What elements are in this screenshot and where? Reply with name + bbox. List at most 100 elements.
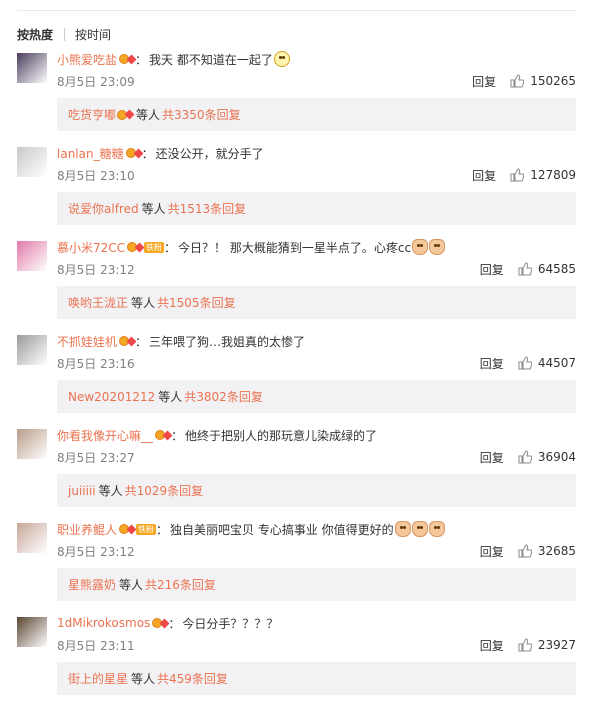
view-replies-link[interactable]: 共1513条回复 — [168, 200, 247, 217]
reply-button[interactable]: 回复 — [472, 73, 496, 90]
reply-summary[interactable]: 街上的星星 等人 共459条回复 — [57, 662, 576, 695]
reply-username-link[interactable]: 唤哟王泷正 — [68, 294, 128, 311]
reply-button[interactable]: 回复 — [480, 449, 504, 466]
comment-username-link[interactable]: 不抓娃娃机 — [57, 333, 117, 350]
reply-summary-text: 等人 — [158, 390, 183, 404]
thumbs-up-icon — [518, 638, 533, 652]
like-button[interactable]: 44507 — [518, 356, 576, 370]
comment-text: 三年喂了狗…我姐真的太惨了 — [149, 334, 306, 349]
view-replies-link[interactable]: 共1029条回复 — [125, 482, 204, 499]
comment-item: 不抓娃娃机：三年喂了狗…我姐真的太惨了 8月5日 23:16 回复 44507 New2… — [0, 332, 594, 426]
sort-by-time-tab[interactable]: 按时间 — [75, 26, 111, 43]
comment-content: 小熊爱吃盐：我天 都不知道在一起了 — [57, 50, 290, 68]
avatar[interactable] — [17, 523, 47, 553]
comment-username-link[interactable]: 小熊爱吃盐 — [57, 51, 117, 68]
like-button[interactable]: 64585 — [518, 262, 576, 276]
like-button[interactable]: 150265 — [510, 74, 576, 88]
comment-content: 职业养鲲人 铁粉：独自美丽吧宝贝 专心搞事业 你值得更好的 — [57, 520, 445, 538]
comment-item: lanlan_糖糖：还没公开，就分手了 8月5日 23:10 回复 127809 说爱你… — [0, 144, 594, 238]
avatar[interactable] — [17, 53, 47, 83]
like-button[interactable]: 23927 — [518, 638, 576, 652]
reply-username-link[interactable]: 街上的星星 — [68, 670, 128, 687]
colon: ： — [168, 616, 181, 631]
reply-button[interactable]: 回复 — [480, 543, 504, 560]
comment-actions: 回复 64585 — [480, 261, 576, 278]
view-replies-link[interactable]: 共3350条回复 — [162, 106, 241, 123]
vip-badge-icon — [152, 618, 170, 628]
sort-by-hot-tab[interactable]: 按热度 — [17, 26, 53, 43]
like-count: 36904 — [537, 450, 576, 464]
reply-username-link[interactable]: New20201212 — [68, 390, 155, 404]
comment-username-link[interactable]: 你看我像开心嘛__ — [57, 427, 153, 444]
reply-username-link[interactable]: 吃货亨嘟 — [68, 106, 116, 123]
comment-text: 我天 都不知道在一起了 — [149, 52, 273, 67]
vip-badge-icon — [155, 430, 173, 440]
comment-timestamp: 8月5日 23:09 — [57, 74, 135, 89]
comment-meta: 8月5日 23:09 回复 150265 — [57, 72, 576, 90]
reply-summary-text: 等人 — [119, 578, 144, 592]
reply-summary-text: 等人 — [136, 108, 161, 122]
ok-hand-emoji-icon — [428, 521, 445, 537]
thumbs-up-icon — [518, 262, 533, 276]
reply-button[interactable]: 回复 — [472, 167, 496, 184]
comment-meta: 8月5日 23:27 回复 36904 — [57, 448, 576, 466]
comment-content: lanlan_糖糖：还没公开，就分手了 — [57, 144, 264, 162]
like-count: 23927 — [537, 638, 576, 652]
reply-summary[interactable]: 吃货亨嘟 等人 共3350条回复 — [57, 98, 576, 131]
comment-item: 职业养鲲人 铁粉：独自美丽吧宝贝 专心搞事业 你值得更好的 8月5日 23:12 回复… — [0, 520, 594, 614]
comment-actions: 回复 44507 — [480, 355, 576, 372]
comment-content: 1dMikrokosmos ：今日分手？？？？ — [57, 614, 278, 632]
view-replies-link[interactable]: 共216条回复 — [145, 576, 216, 593]
vip-badge-icon — [125, 148, 144, 158]
top-divider — [17, 10, 576, 11]
comment-item: 慕小米72CC 铁粉：今日？！ 那大概能猜到一星半点了。心疼cc 8月5日 23:1… — [0, 238, 594, 332]
avatar[interactable] — [17, 335, 47, 365]
reply-summary[interactable]: 说爱你alfred 等人 共1513条回复 — [57, 192, 576, 225]
thumbs-up-icon — [510, 168, 525, 182]
comment-text: 他终于把别人的那玩意儿染成绿的了 — [185, 428, 378, 443]
comment-meta: 8月5日 23:12 回复 32685 — [57, 542, 576, 560]
fan-badge: 铁粉 — [136, 523, 157, 535]
like-button[interactable]: 36904 — [518, 450, 576, 464]
reply-username-link[interactable]: juiiiii — [68, 484, 96, 498]
colon: ： — [164, 240, 177, 255]
comment-text: 今日？！ 那大概能猜到一星半点了。心疼cc — [178, 240, 412, 255]
ok-hand-emoji-icon — [429, 239, 446, 255]
view-replies-link[interactable]: 共3802条回复 — [184, 388, 263, 405]
avatar[interactable] — [17, 429, 47, 459]
avatar[interactable] — [17, 147, 47, 177]
comment-meta: 8月5日 23:12 回复 64585 — [57, 260, 576, 278]
vip-badge-icon — [119, 54, 137, 64]
ok-hand-emoji-icon — [411, 521, 428, 537]
comment-actions: 回复 23927 — [480, 637, 576, 654]
comment-username-link[interactable]: lanlan_糖糖 — [57, 145, 124, 162]
reply-summary-text: 等人 — [98, 484, 123, 498]
comment-actions: 回复 150265 — [472, 73, 576, 90]
avatar[interactable] — [17, 617, 47, 647]
reply-username-link[interactable]: 星熊露奶 — [68, 576, 116, 593]
reply-summary[interactable]: juiiiii 等人 共1029条回复 — [57, 474, 576, 507]
view-replies-link[interactable]: 共459条回复 — [157, 670, 228, 687]
thumbs-up-icon — [518, 544, 533, 558]
view-replies-link[interactable]: 共1505条回复 — [157, 294, 236, 311]
vip-badge-icon: 铁粉 — [127, 241, 165, 253]
reply-button[interactable]: 回复 — [480, 637, 504, 654]
reply-summary[interactable]: New20201212 等人 共3802条回复 — [57, 380, 576, 413]
comment-username-link[interactable]: 1dMikrokosmos — [57, 616, 150, 630]
like-button[interactable]: 127809 — [510, 168, 576, 182]
comment-username-link[interactable]: 职业养鲲人 — [57, 521, 117, 538]
fan-badge: 铁粉 — [144, 241, 165, 253]
comment-timestamp: 8月5日 23:27 — [57, 450, 135, 465]
reply-summary[interactable]: 唤哟王泷正 等人 共1505条回复 — [57, 286, 576, 319]
reply-button[interactable]: 回复 — [480, 355, 504, 372]
like-button[interactable]: 32685 — [518, 544, 576, 558]
sort-bar: 按热度 按时间 — [17, 25, 111, 43]
reply-button[interactable]: 回复 — [480, 261, 504, 278]
avatar[interactable] — [17, 241, 47, 271]
reply-summary[interactable]: 星熊露奶 等人 共216条回复 — [57, 568, 576, 601]
vip-badge-icon: 铁粉 — [119, 523, 157, 535]
comment-username-link[interactable]: 慕小米72CC — [57, 239, 125, 256]
ok-hand-emoji-icon — [394, 521, 411, 537]
reply-username-link[interactable]: 说爱你alfred — [68, 200, 139, 217]
ok-hand-emoji-icon — [412, 239, 429, 255]
